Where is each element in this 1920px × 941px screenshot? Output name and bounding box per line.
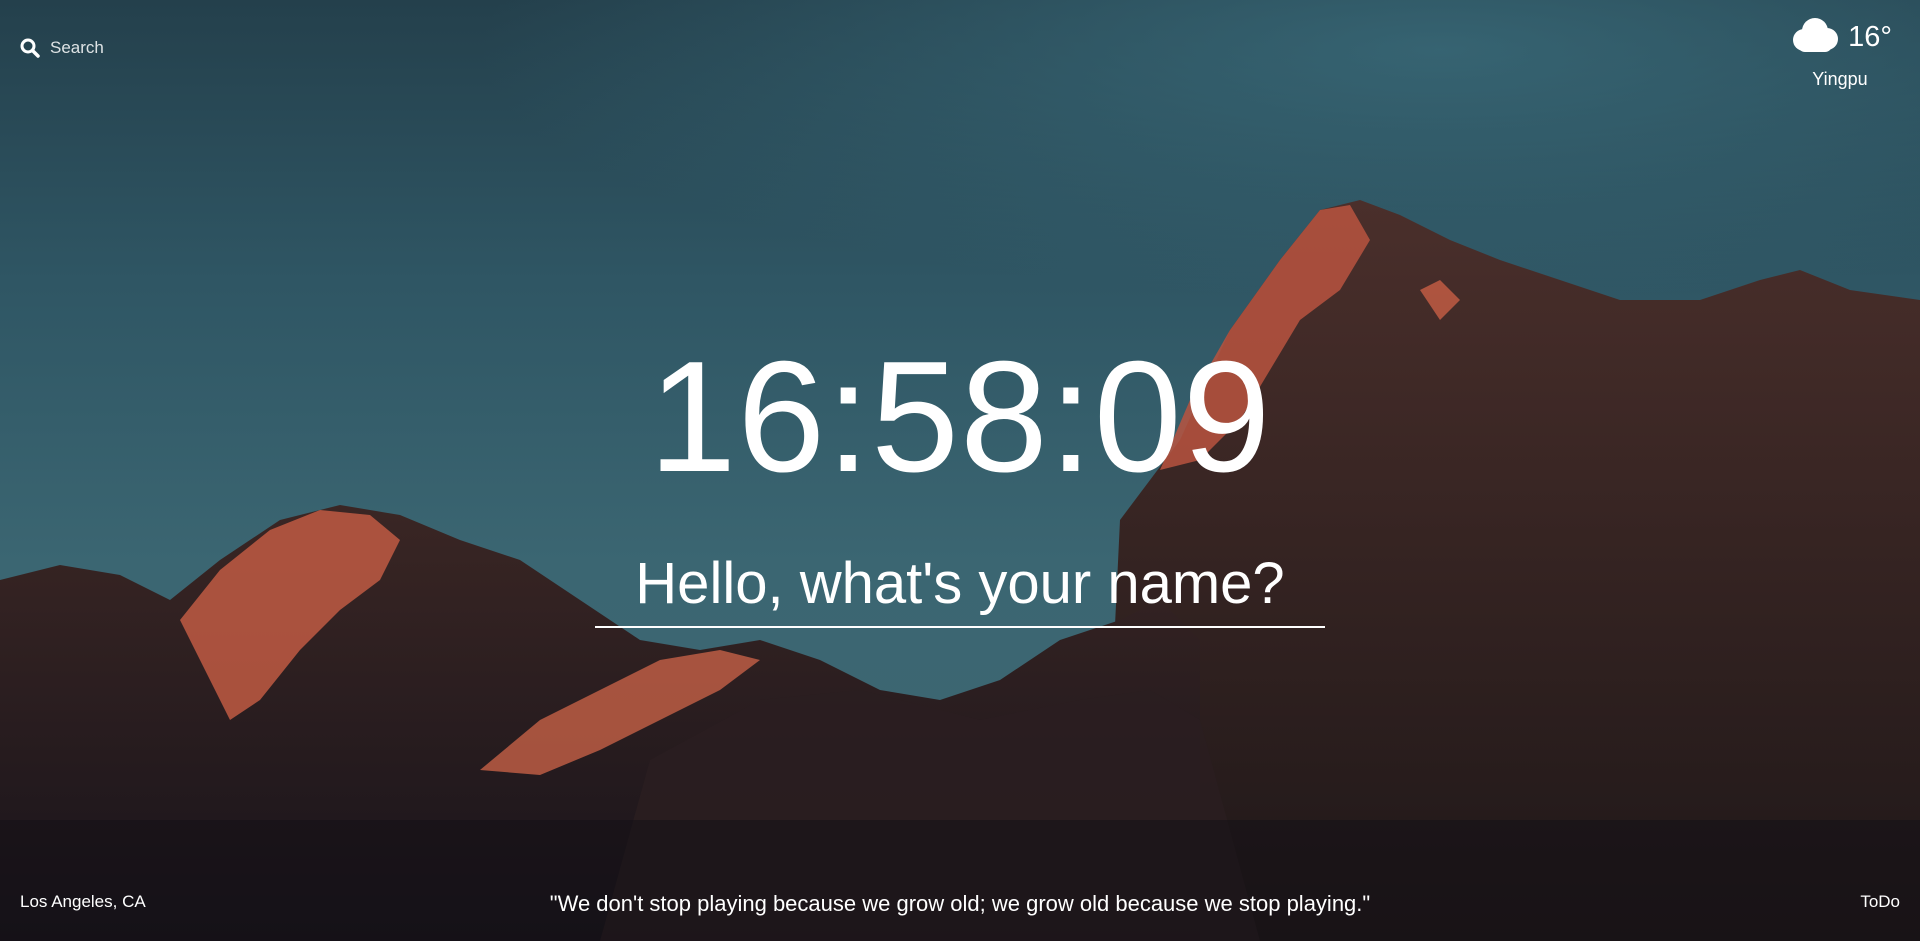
clock: 16:58:09 <box>648 329 1272 505</box>
new-tab-page: 16° Yingpu 16:58:09 Hello, what's your n… <box>0 0 1920 941</box>
weather-temperature: 16° <box>1848 21 1892 53</box>
search-input[interactable] <box>50 36 310 60</box>
todo-button[interactable]: ToDo <box>1860 892 1900 912</box>
weather-widget[interactable]: 16° Yingpu <box>1780 16 1900 90</box>
name-prompt-input[interactable]: Hello, what's your name? <box>595 552 1325 628</box>
search-icon[interactable] <box>20 38 40 58</box>
cloud-icon <box>1788 16 1840 59</box>
weather-location: Yingpu <box>1812 69 1868 89</box>
search-bar[interactable] <box>20 36 310 60</box>
quote: "We don't stop playing because we grow o… <box>549 891 1371 916</box>
